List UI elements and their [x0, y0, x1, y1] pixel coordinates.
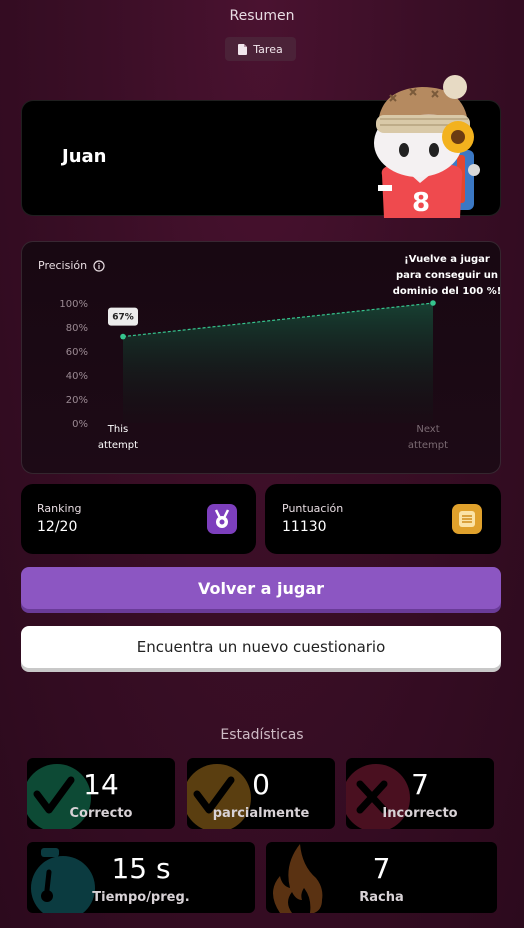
accuracy-chart-card: 0% 20% 40% 60% 80% 100% 67% ¡Vuelve a jugar p…: [21, 241, 501, 474]
x-tick-this-1: This: [107, 424, 128, 435]
svg-text:8: 8: [412, 188, 430, 218]
score-value: 11130: [282, 519, 327, 535]
accuracy-label-text: Precisión: [38, 259, 88, 272]
x-tick-this-2: attempt: [98, 440, 138, 451]
y-tick-label: 100%: [59, 299, 88, 310]
current-accuracy-badge: 67%: [108, 307, 138, 326]
player-name: Juan: [62, 146, 107, 167]
stat-tile-incorrect: 7 Incorrecto: [346, 758, 494, 829]
stat-value: 0: [252, 768, 270, 801]
coins-icon: [452, 504, 482, 534]
stat-value: 15 s: [111, 852, 171, 885]
callout-line-3: dominio del 100 %!: [393, 286, 502, 297]
stat-label: Correcto: [69, 806, 133, 821]
tag-label: Tarea: [253, 42, 283, 56]
callout-line-1: ¡Vuelve a jugar: [404, 254, 490, 265]
point-next-attempt: [430, 300, 436, 306]
ranking-card: Ranking 12/20: [21, 484, 256, 554]
find-new-quiz-button[interactable]: Encuentra un nuevo cuestionario: [21, 626, 501, 668]
score-label: Puntuación: [282, 502, 344, 515]
ranking-label: Ranking: [37, 502, 82, 515]
stat-label: Tiempo/preg.: [92, 890, 190, 905]
score-card: Puntuación 11130: [265, 484, 501, 554]
accuracy-label: Precisión: [38, 259, 105, 272]
stat-tile-streak: 7 Racha: [266, 842, 497, 913]
stat-value: 7: [372, 852, 391, 885]
play-again-button[interactable]: Volver a jugar: [21, 567, 501, 609]
accuracy-area: [123, 303, 433, 423]
stat-tile-partial: 0 parcialmente: [187, 758, 335, 829]
stat-label: Incorrecto: [382, 806, 458, 821]
accuracy-chart: 0% 20% 40% 60% 80% 100% 67% ¡Vuelve a jugar p…: [59, 254, 502, 451]
medal-icon: [207, 504, 237, 534]
callout-line-2: para conseguir un: [396, 270, 498, 281]
x-tick-next-2: attempt: [408, 440, 448, 451]
assignment-tag: Tarea: [225, 37, 296, 61]
monster-avatar: 8: [374, 75, 480, 218]
page-title: Resumen: [229, 8, 295, 24]
stat-value: 14: [83, 768, 119, 801]
document-icon: [238, 43, 248, 55]
stat-value: 7: [411, 768, 429, 801]
y-tick-label: 0%: [72, 419, 88, 430]
x-tick-next-1: Next: [416, 424, 439, 435]
y-tick-label: 80%: [66, 323, 88, 334]
stat-tile-time-per-question: 15 s Tiempo/preg.: [27, 842, 255, 913]
y-tick-label: 40%: [66, 371, 88, 382]
y-tick-label: 60%: [66, 347, 88, 358]
svg-text:67%: 67%: [112, 313, 134, 323]
stat-tile-correct: 14 Correcto: [27, 758, 175, 829]
stat-label: parcialmente: [212, 806, 310, 821]
info-icon[interactable]: [93, 259, 105, 272]
y-tick-label: 20%: [66, 395, 88, 406]
stats-title: Estadísticas: [220, 727, 304, 743]
point-this-attempt: [120, 333, 126, 340]
ranking-value: 12/20: [37, 519, 78, 535]
stat-label: Racha: [359, 890, 404, 905]
